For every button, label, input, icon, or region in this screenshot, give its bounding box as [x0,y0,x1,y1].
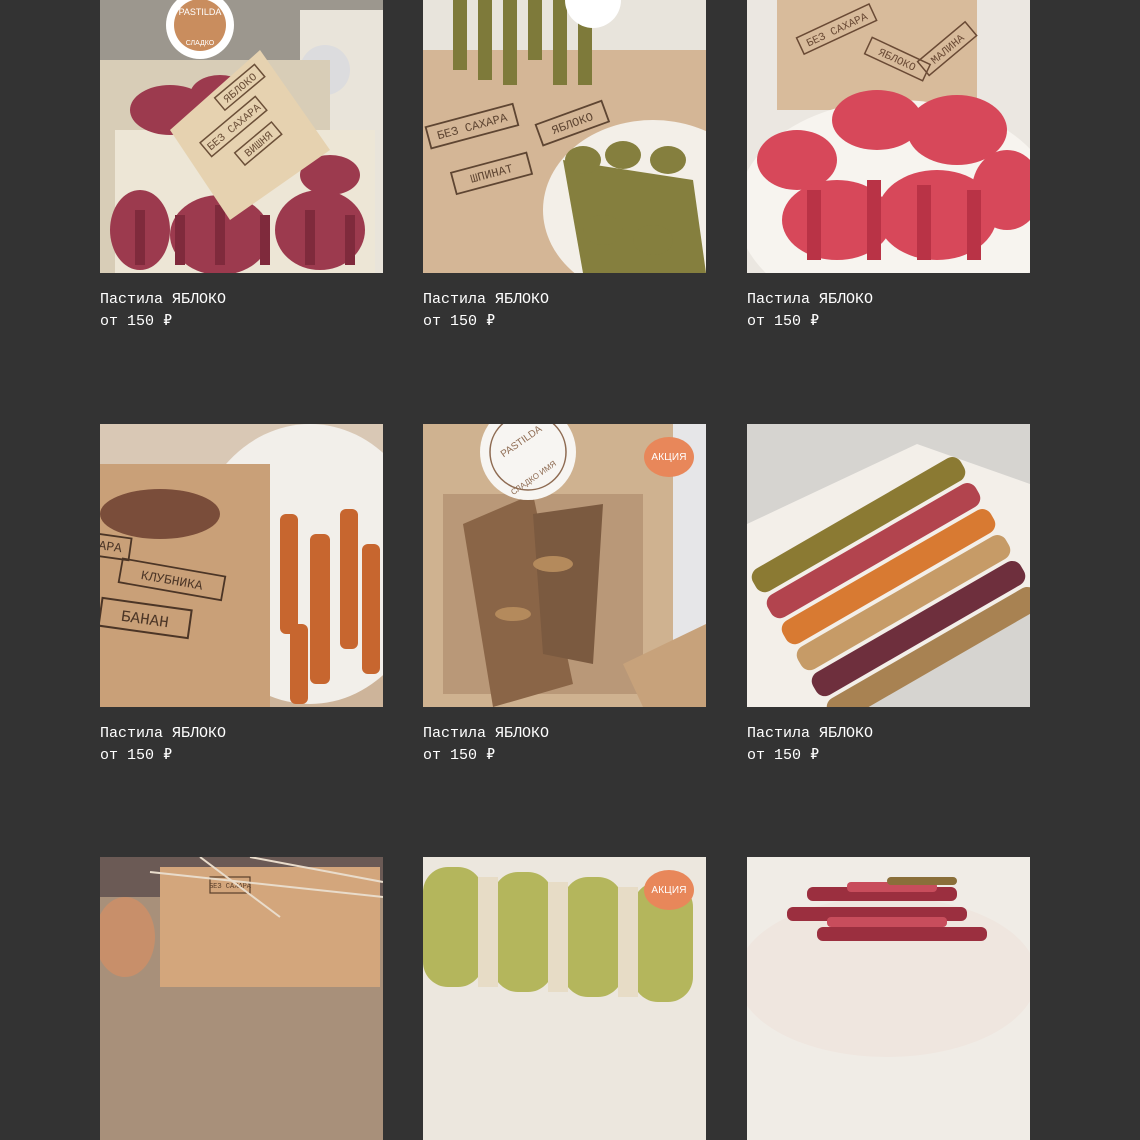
svg-text:СЛАДКО: СЛАДКО [186,40,215,47]
stacked-red-rolls-photo [747,857,1030,1140]
product-title[interactable]: Пастила ЯБЛОКО [423,725,549,743]
orange-rolls-banana-photo: АРА КЛУБНИКА БАНАН [100,424,383,707]
product-price: от 150 ₽ [423,313,496,330]
product-card[interactable]: АКЦИЯ [423,857,706,1140]
product-card[interactable]: Пастила ЯБЛОКО от 150 ₽ [747,424,1030,767]
product-card[interactable]: PASTILDA СЛАДКО ИМЯ АКЦИЯ Пастила ЯБЛОКО… [423,424,706,767]
product-price: от 150 ₽ [100,313,173,330]
sale-badge: АКЦИЯ [644,437,694,477]
product-card[interactable]: БЕЗ САХАРА ЯБЛОКО МАЛИНА Пастила ЯБЛОКО … [747,0,1030,333]
product-photo[interactable]: БЕЗ САХАРА [100,857,383,1140]
svg-text:PASTILDA: PASTILDA [179,7,222,17]
product-price: от 150 ₽ [747,747,820,764]
product-card[interactable]: АРА КЛУБНИКА БАНАН Пастила ЯБЛОКО от 150… [100,424,383,767]
svg-text:АРА: АРА [100,538,123,556]
red-rolls-raspberry-photo: БЕЗ САХАРА ЯБЛОКО МАЛИНА [747,0,1030,273]
product-card[interactable]: PASTILDA СЛАДКО БЕЗ САХАРА ЯБЛОКО ВИШНЯ … [100,0,383,333]
product-price: от 150 ₽ [747,313,820,330]
product-grid: PASTILDA СЛАДКО БЕЗ САХАРА ЯБЛОКО ВИШНЯ … [0,0,1140,1140]
product-photo[interactable]: БЕЗ САХАРА ЯБЛОКО ШПИНАТ [423,0,706,273]
product-photo[interactable]: PASTILDA СЛАДКО ИМЯ АКЦИЯ [423,424,706,707]
product-price: от 150 ₽ [100,747,173,764]
product-card[interactable]: БЕЗ САХАРА [100,857,383,1140]
product-card[interactable] [747,857,1030,1140]
sale-badge: АКЦИЯ [644,870,694,910]
assorted-rolls-box-photo [747,424,1030,707]
red-rolls-in-box-photo: PASTILDA СЛАДКО БЕЗ САХАРА ЯБЛОКО ВИШНЯ [100,0,383,273]
product-price: от 150 ₽ [423,747,496,764]
gift-box-twine-photo: БЕЗ САХАРА [100,857,383,1140]
product-photo[interactable]: АКЦИЯ [423,857,706,1140]
product-title[interactable]: Пастила ЯБЛОКО [747,291,873,309]
product-title[interactable]: Пастила ЯБЛОКО [423,291,549,309]
green-rolls-spinach-photo: БЕЗ САХАРА ЯБЛОКО ШПИНАТ [423,0,706,273]
product-title[interactable]: Пастила ЯБЛОКО [747,725,873,743]
product-card[interactable]: БЕЗ САХАРА ЯБЛОКО ШПИНАТ Пастила ЯБЛОКО … [423,0,706,333]
product-photo[interactable] [747,857,1030,1140]
product-photo[interactable]: PASTILDA СЛАДКО БЕЗ САХАРА ЯБЛОКО ВИШНЯ [100,0,383,273]
product-photo[interactable] [747,424,1030,707]
product-title[interactable]: Пастила ЯБЛОКО [100,725,226,743]
product-title[interactable]: Пастила ЯБЛОКО [100,291,226,309]
product-photo[interactable]: БЕЗ САХАРА ЯБЛОКО МАЛИНА [747,0,1030,273]
product-photo[interactable]: АРА КЛУБНИКА БАНАН [100,424,383,707]
